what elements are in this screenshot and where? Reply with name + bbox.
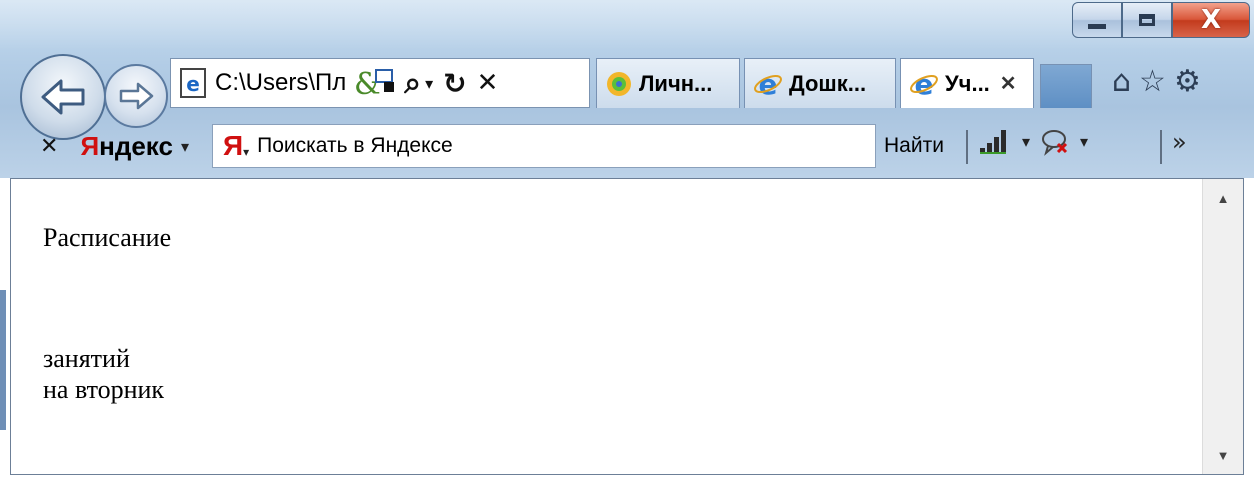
- svg-text:e: e: [186, 72, 200, 96]
- yandex-tools: ▾ ▾: [978, 126, 1088, 156]
- favorites-star-icon[interactable]: ☆: [1139, 62, 1166, 102]
- yandex-search-logo: Я: [223, 130, 244, 161]
- yandex-logo-letter: Я: [80, 130, 100, 161]
- address-bar[interactable]: e C:\Users\Пл & ⌕ ▾ ↻ ✕: [170, 58, 590, 108]
- yandex-search-input[interactable]: [255, 133, 820, 159]
- yandex-logo-rest: ндекс: [99, 130, 173, 161]
- search-icon[interactable]: ⌕: [404, 66, 421, 101]
- yandex-logo[interactable]: Яндекс: [80, 131, 173, 162]
- new-tab-button[interactable]: [1040, 64, 1092, 108]
- signal-dropdown-icon[interactable]: ▾: [1022, 132, 1030, 151]
- yandex-search-box[interactable]: Я ▾: [212, 124, 876, 168]
- tab-label: Дошк...: [789, 70, 867, 96]
- stop-icon[interactable]: ✕: [477, 68, 499, 98]
- mail-dropdown-icon[interactable]: ▾: [1080, 132, 1088, 151]
- minimize-button[interactable]: [1072, 2, 1122, 38]
- personal-site-icon: [607, 71, 631, 96]
- find-button-label: Найти: [884, 134, 944, 157]
- address-dropdown-icon[interactable]: ▾: [425, 74, 433, 93]
- tab-preschool[interactable]: e Дошк...: [744, 58, 896, 108]
- ie-icon: e: [754, 69, 782, 99]
- minimize-icon: [1088, 23, 1106, 29]
- page-text-heading: Расписание: [43, 223, 172, 252]
- page-icon: e: [180, 68, 206, 98]
- mail-disabled-icon[interactable]: [1040, 126, 1070, 156]
- toolbar-separator: [1160, 130, 1162, 164]
- window-edge: [0, 290, 6, 430]
- signal-strength-icon[interactable]: [978, 126, 1012, 156]
- toolbar-separator: [966, 130, 968, 164]
- svg-text:e: e: [915, 69, 934, 99]
- tab-label: Личн...: [639, 70, 713, 96]
- more-chevron-icon[interactable]: »: [1172, 128, 1187, 156]
- page-text-line: занятий: [43, 344, 130, 373]
- maximize-icon: [1139, 14, 1155, 26]
- page-text-body: занятий на вторник: [43, 343, 164, 405]
- tab-close-icon[interactable]: ✕: [1000, 71, 1017, 96]
- browser-chrome: X e C:\Users\Пл & ⌕ ▾ ↻ ✕ Личн... e Дошк…: [0, 0, 1254, 178]
- close-icon: X: [1200, 5, 1222, 35]
- yandex-menu-dropdown-icon[interactable]: ▾: [181, 137, 189, 156]
- address-tools: & ⌕ ▾ ↻ ✕: [354, 66, 498, 101]
- svg-text:e: e: [759, 69, 778, 99]
- search-engine-dropdown-icon[interactable]: ▾: [243, 145, 249, 159]
- gear-icon[interactable]: ⚙: [1174, 62, 1201, 102]
- toolbar-close-icon[interactable]: ✕: [40, 134, 58, 159]
- page-content: Расписание занятий на вторник ▲ ▼: [10, 178, 1244, 475]
- compatibility-view-icon[interactable]: &: [354, 66, 398, 100]
- home-icon[interactable]: ⌂: [1112, 62, 1131, 102]
- command-icons: ⌂ ☆ ⚙: [1112, 62, 1201, 102]
- close-window-button[interactable]: X: [1172, 2, 1250, 38]
- maximize-button[interactable]: [1122, 2, 1172, 38]
- page-text-line: на вторник: [43, 375, 165, 404]
- address-url[interactable]: C:\Users\Пл: [215, 69, 346, 97]
- window-caption-buttons: X: [1072, 2, 1250, 38]
- scroll-up-arrow-icon[interactable]: ▲: [1203, 185, 1243, 213]
- back-arrow-icon: [41, 79, 85, 115]
- tab-active[interactable]: e Уч... ✕: [900, 58, 1034, 108]
- tab-personal[interactable]: Личн...: [596, 58, 740, 108]
- vertical-scrollbar[interactable]: ▲ ▼: [1202, 179, 1243, 474]
- forward-arrow-icon: [119, 82, 154, 110]
- ie-icon: e: [910, 69, 938, 99]
- tab-label: Уч...: [945, 70, 990, 96]
- find-button[interactable]: Найти: [878, 124, 950, 168]
- scroll-down-arrow-icon[interactable]: ▼: [1203, 442, 1243, 470]
- refresh-icon[interactable]: ↻: [443, 67, 466, 100]
- yandex-toolbar: ✕ Яндекс ▾ Я ▾ Найти ▾ ▾: [0, 116, 1254, 176]
